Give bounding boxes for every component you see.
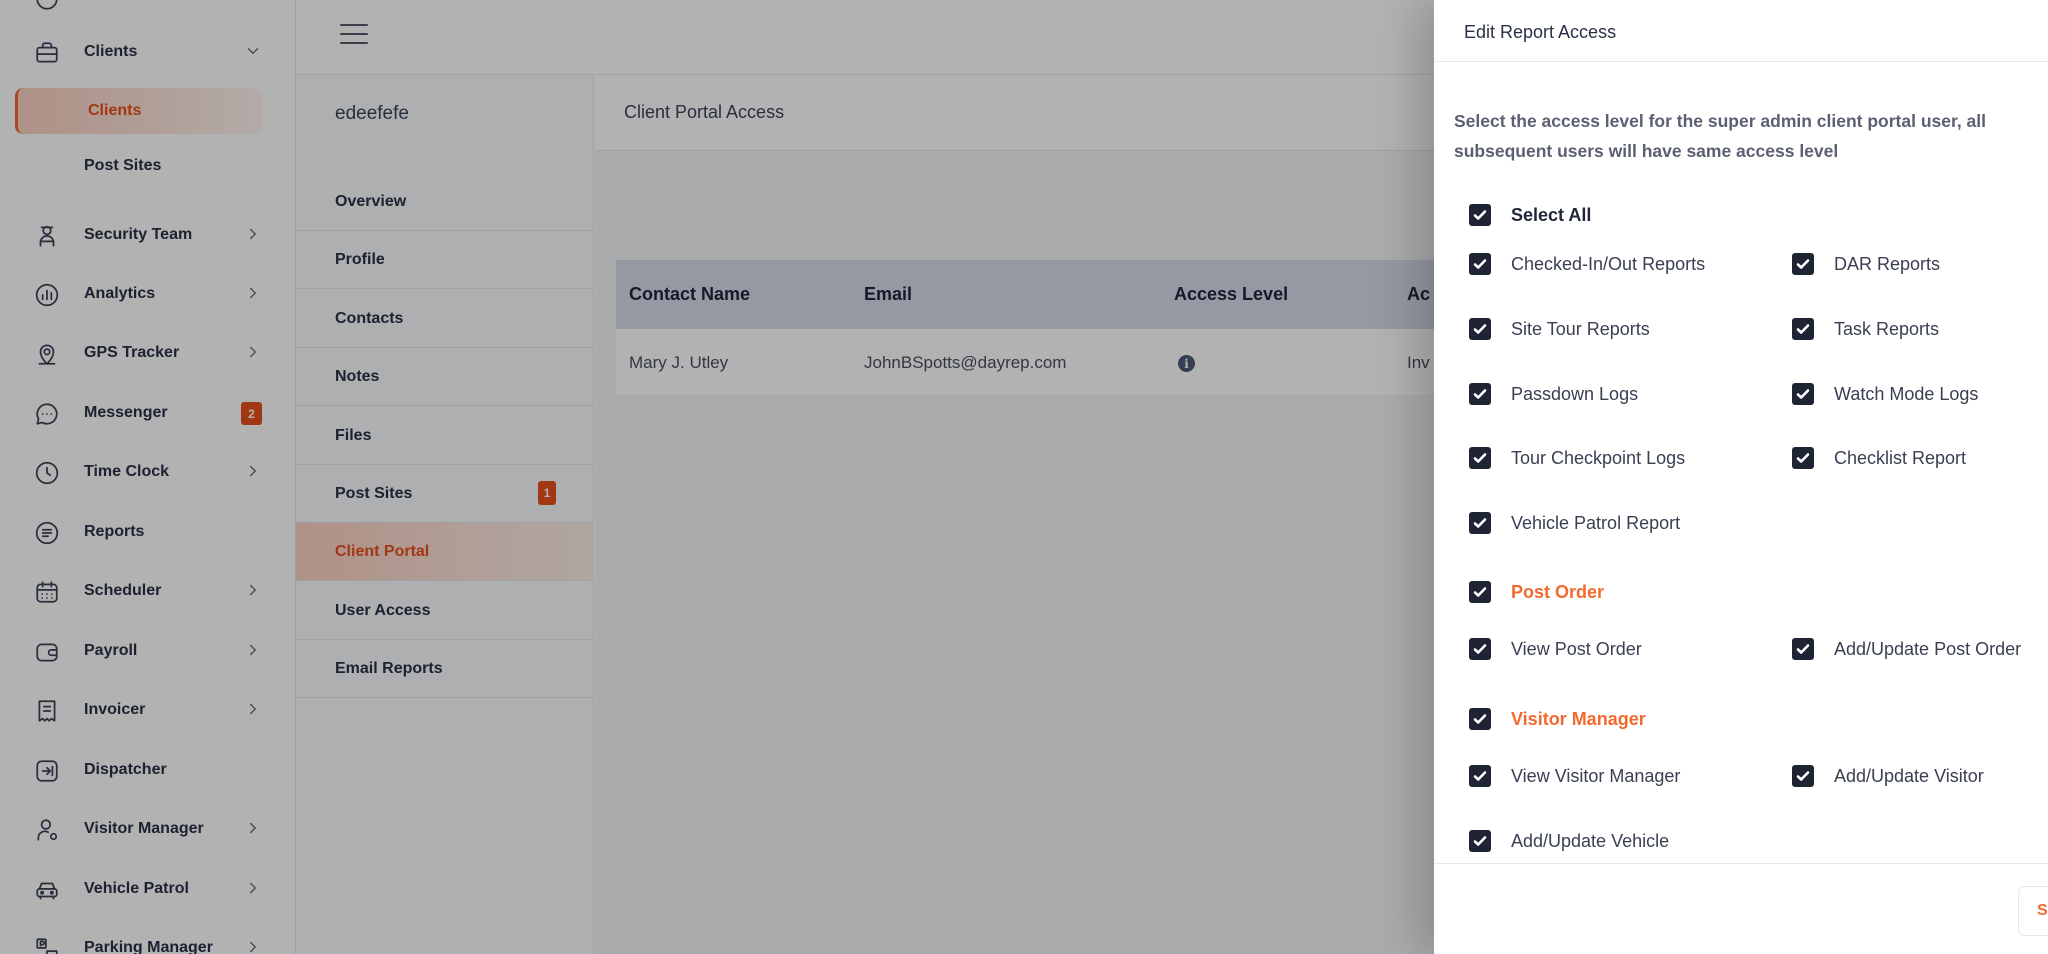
checkbox-tour-checkpoint-logs[interactable]: Tour Checkpoint Logs	[1469, 447, 1685, 469]
checkbox-label: Checklist Report	[1834, 447, 1967, 468]
checkbox-checked-icon[interactable]	[1469, 638, 1491, 660]
checkbox-checked-icon[interactable]	[1792, 638, 1814, 660]
checkbox-checked-icon[interactable]	[1469, 318, 1491, 340]
checkbox-checked-icon[interactable]	[1469, 708, 1491, 730]
checkbox-label: Select All	[1511, 204, 1592, 225]
checkbox-watch-mode-logs[interactable]: Watch Mode Logs	[1792, 383, 1978, 405]
checkbox-checked-icon[interactable]	[1469, 581, 1491, 603]
checkbox-checked-icon[interactable]	[1469, 253, 1491, 275]
checkbox-checked-icon[interactable]	[1792, 447, 1814, 469]
checkbox-vehicle-patrol-report[interactable]: Vehicle Patrol Report	[1469, 512, 1680, 534]
checkbox-label: Vehicle Patrol Report	[1511, 512, 1681, 533]
checkbox-label: View Post Order	[1511, 638, 1642, 659]
checkbox-passdown-logs[interactable]: Passdown Logs	[1469, 383, 1638, 405]
checkbox-label: Add/Update Post Order	[1834, 638, 2022, 659]
checkbox-checked-in-out-reports[interactable]: Checked-In/Out Reports	[1469, 253, 1705, 275]
checkbox-checked-icon[interactable]	[1792, 383, 1814, 405]
checkbox-checked-icon[interactable]	[1469, 830, 1491, 852]
select-all-checkbox[interactable]: Select All	[1469, 204, 1591, 226]
checkbox-add-update-post-order[interactable]: Add/Update Post Order	[1792, 638, 2021, 660]
drawer-footer: S	[1434, 863, 2048, 954]
checkbox-label: Tour Checkpoint Logs	[1511, 447, 1686, 468]
checkbox-checked-icon[interactable]	[1469, 204, 1491, 226]
checkbox-label: Passdown Logs	[1511, 383, 1639, 404]
checkbox-checked-icon[interactable]	[1792, 318, 1814, 340]
checkbox-label: DAR Reports	[1834, 253, 1941, 274]
checkbox-label: Checked-In/Out Reports	[1511, 253, 1706, 274]
checkbox-checked-icon[interactable]	[1792, 253, 1814, 275]
checkbox-label: Watch Mode Logs	[1834, 383, 1979, 404]
checkbox-label: Add/Update Vehicle	[1511, 830, 1670, 851]
checkbox-add-update-visitor[interactable]: Add/Update Visitor	[1792, 765, 1984, 787]
edit-report-access-drawer: Edit Report Access Select the access lev…	[1434, 0, 2048, 954]
drawer-description: Select the access level for the super ad…	[1454, 111, 1987, 161]
checkbox-checked-icon[interactable]	[1469, 512, 1491, 534]
checkbox-view-visitor-manager[interactable]: View Visitor Manager	[1469, 765, 1680, 787]
drawer-title: Edit Report Access	[1464, 22, 1617, 42]
checkbox-add-update-vehicle[interactable]: Add/Update Vehicle	[1469, 830, 1669, 852]
checkbox-checked-icon[interactable]	[1469, 447, 1491, 469]
checkbox-checklist-report[interactable]: Checklist Report	[1792, 447, 1966, 469]
checkbox-dar-reports[interactable]: DAR Reports	[1792, 253, 1940, 275]
checkbox-site-tour-reports[interactable]: Site Tour Reports	[1469, 318, 1650, 340]
save-button[interactable]: S	[2018, 886, 2048, 936]
checkbox-task-reports[interactable]: Task Reports	[1792, 318, 1939, 340]
checkbox-post-order-group[interactable]: Post Order	[1469, 581, 1604, 603]
section-title-visitor-manager: Visitor Manager	[1511, 708, 1646, 729]
checkbox-view-post-order[interactable]: View Post Order	[1469, 638, 1642, 660]
checkbox-checked-icon[interactable]	[1469, 383, 1491, 405]
checkbox-label: Add/Update Visitor	[1834, 765, 1984, 786]
checkbox-visitor-manager-group[interactable]: Visitor Manager	[1469, 708, 1646, 730]
checkbox-label: Site Tour Reports	[1511, 318, 1650, 339]
checkbox-checked-icon[interactable]	[1792, 765, 1814, 787]
checkbox-label: Task Reports	[1834, 318, 1940, 339]
checkbox-label: View Visitor Manager	[1511, 765, 1681, 786]
section-title-post-order: Post Order	[1511, 581, 1605, 602]
drawer-header: Edit Report Access	[1434, 0, 2048, 62]
checkbox-checked-icon[interactable]	[1469, 765, 1491, 787]
